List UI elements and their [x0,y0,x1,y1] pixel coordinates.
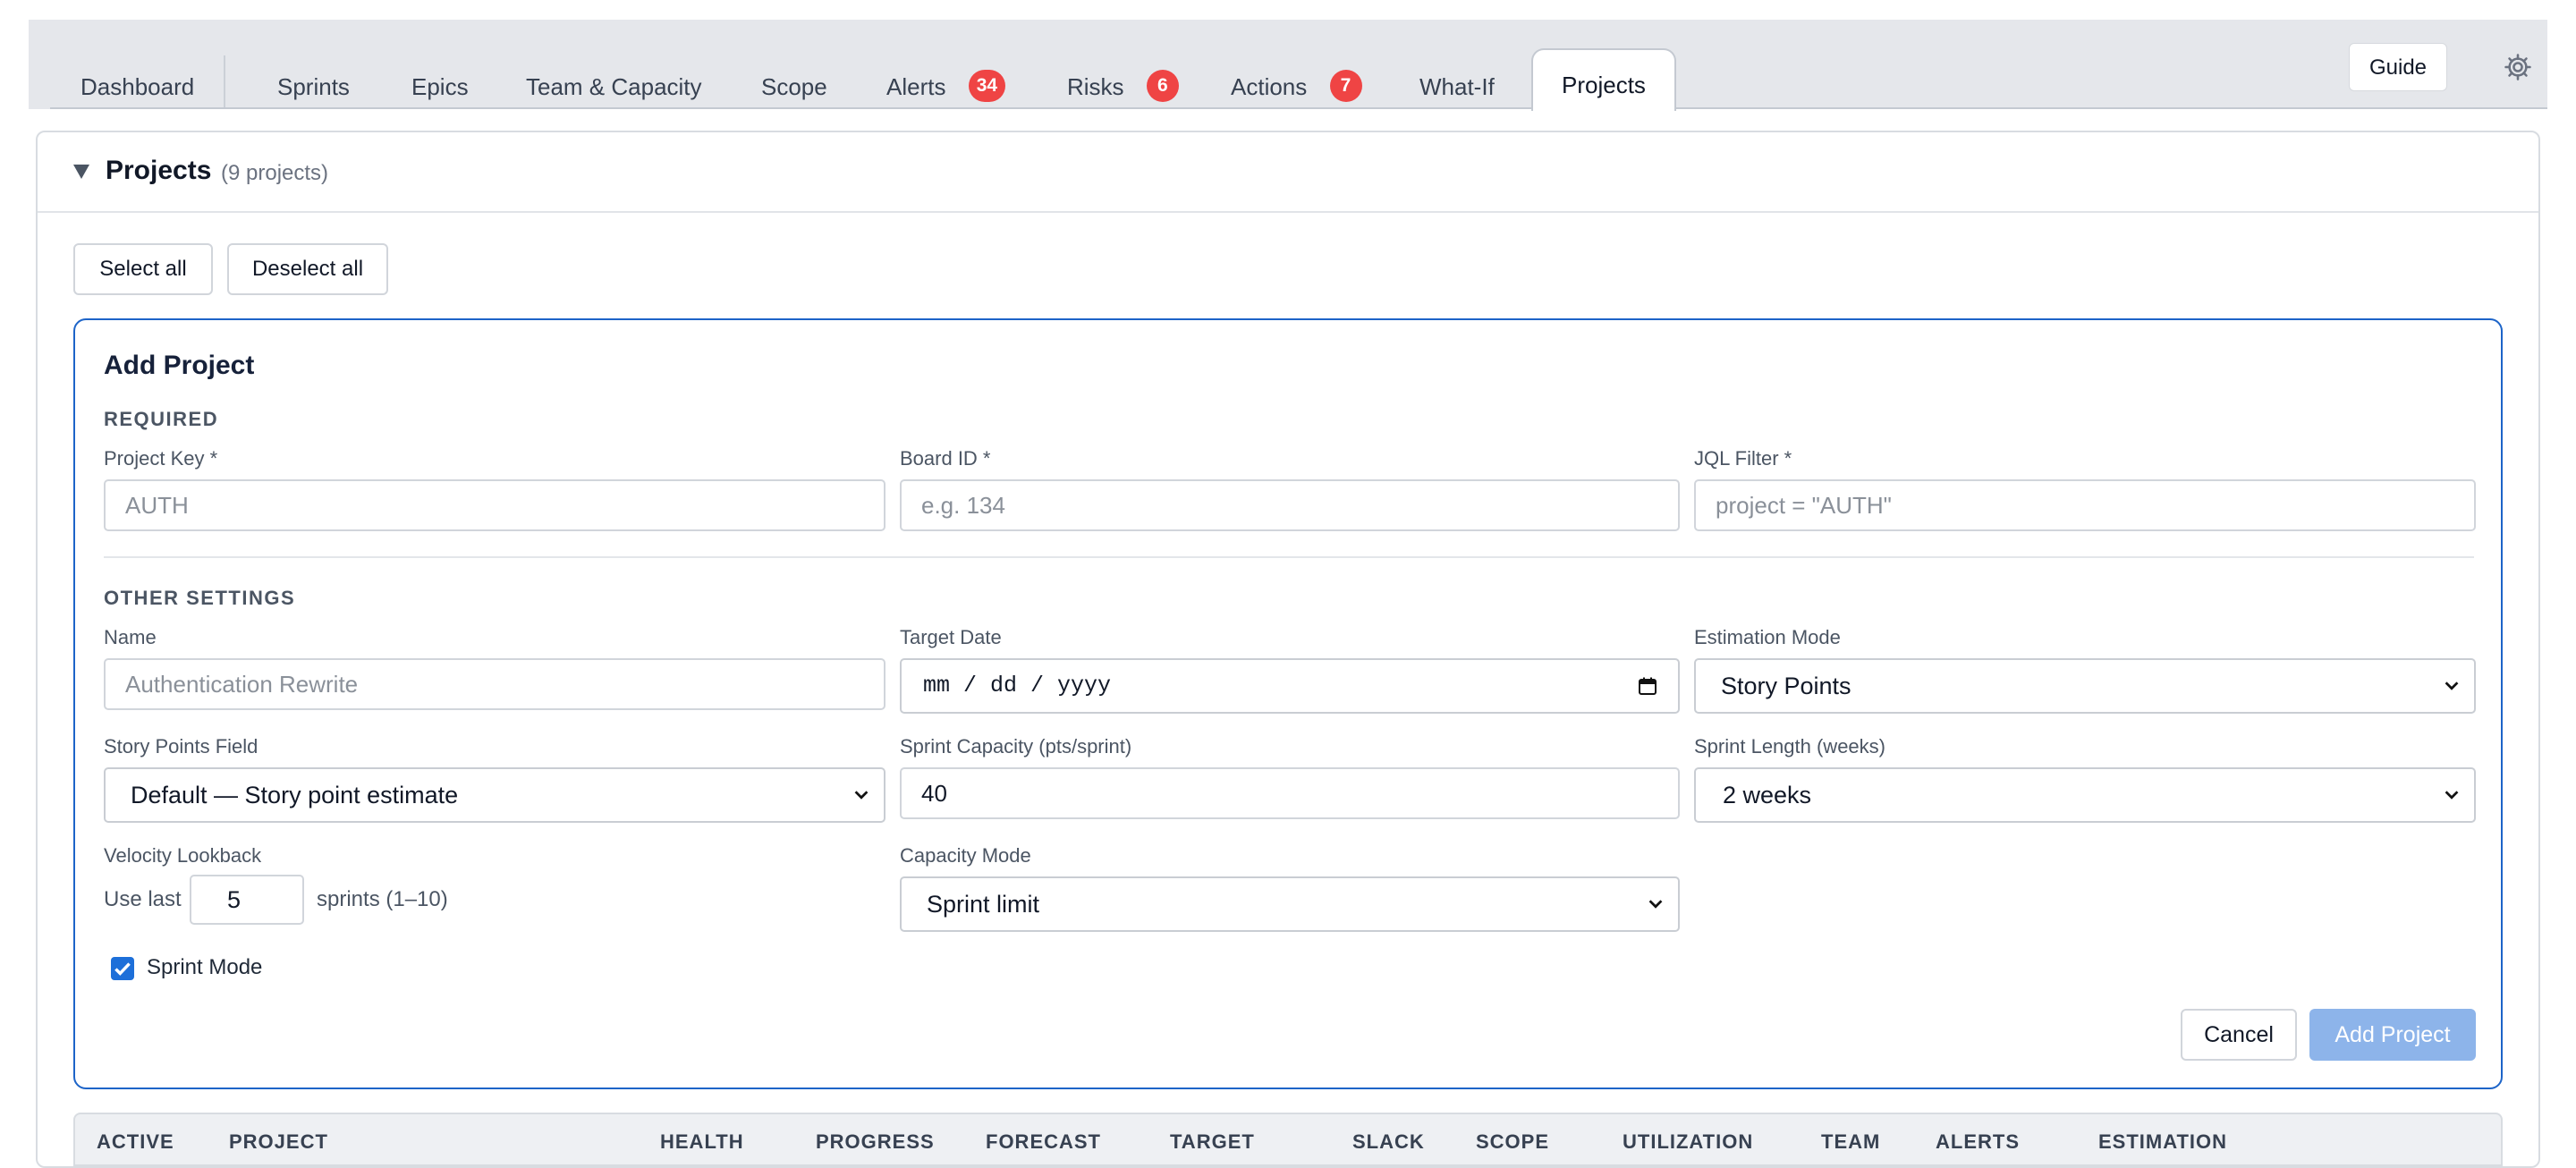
collapse-caret-icon[interactable] [73,165,89,179]
capacity-mode-label: Capacity Mode [900,844,1031,867]
add-project-form: Add Project REQUIRED Project Key * AUTH … [73,318,2503,1089]
story-points-field-label: Story Points Field [104,735,258,758]
alerts-count-badge: 34 [968,70,1006,102]
sprint-capacity-input[interactable]: 40 [900,767,1680,819]
board-id-input[interactable]: e.g. 134 [900,479,1680,531]
column-header-forecast[interactable]: FORECAST [986,1130,1101,1154]
tab-sprints[interactable]: Sprints [277,64,350,109]
sprint-mode-checkbox[interactable] [111,957,134,980]
tab-bar: Dashboard Sprints Epics Team & Capacity … [29,20,2547,111]
velocity-lookback-label: Velocity Lookback [104,844,262,867]
tab-epics[interactable]: Epics [411,64,469,109]
panel-header[interactable]: Projects (9 projects) [38,132,2538,213]
tab-label: Actions [1231,73,1308,100]
sprint-mode-label: Sprint Mode [147,955,263,979]
tab-divider [224,55,225,107]
jql-filter-label: JQL Filter * [1694,447,1792,470]
column-header-active[interactable]: ACTIVE [97,1130,174,1154]
calendar-icon[interactable] [1637,675,1658,697]
checkmark-icon [114,962,131,976]
tab-scope[interactable]: Scope [761,64,827,109]
tab-label: Scope [761,73,827,100]
column-header-estimation[interactable]: ESTIMATION [2098,1130,2227,1154]
column-header-health[interactable]: HEALTH [660,1130,744,1154]
projects-table-header: ACTIVE PROJECT HEALTH PROGRESS FORECAST … [73,1113,2503,1166]
chevron-down-icon [2445,681,2459,690]
story-points-field-value: Default — Story point estimate [131,782,459,808]
name-label: Name [104,626,157,648]
tab-actions[interactable]: Actions 7 [1231,64,1362,109]
estimation-mode-select[interactable]: Story Points [1694,658,2476,714]
tab-label: Risks [1067,73,1124,100]
guide-button[interactable]: Guide [2349,43,2447,91]
velocity-prefix: Use last [104,887,182,911]
project-key-label: Project Key * [104,447,218,470]
target-date-input[interactable]: mm / dd / yyyy [900,658,1680,714]
tab-team-capacity[interactable]: Team & Capacity [526,64,702,109]
column-header-utilization[interactable]: UTILIZATION [1623,1130,1753,1154]
tab-dashboard[interactable]: Dashboard [80,64,194,109]
section-divider [104,556,2474,558]
deselect-all-button[interactable]: Deselect all [227,243,388,295]
name-input[interactable]: Authentication Rewrite [104,658,886,710]
select-all-button[interactable]: Select all [73,243,213,295]
column-header-scope[interactable]: SCOPE [1476,1130,1549,1154]
risks-count-badge: 6 [1146,70,1179,102]
column-header-target[interactable]: TARGET [1170,1130,1255,1154]
add-project-button[interactable]: Add Project [2309,1009,2476,1061]
column-header-progress[interactable]: PROGRESS [816,1130,935,1154]
column-header-slack[interactable]: SLACK [1352,1130,1425,1154]
sprint-length-value: 2 weeks [1723,782,1812,808]
tab-label: Team & Capacity [526,73,702,100]
story-points-field-select[interactable]: Default — Story point estimate [104,767,886,823]
sprint-length-label: Sprint Length (weeks) [1694,735,1885,758]
column-header-project[interactable]: PROJECT [229,1130,328,1154]
sprint-length-select[interactable]: 2 weeks [1694,767,2476,823]
actions-count-badge: 7 [1329,70,1362,102]
chevron-down-icon [854,791,869,800]
tab-alerts[interactable]: Alerts 34 [886,64,1006,109]
gear-icon[interactable] [2503,52,2533,82]
tab-what-if[interactable]: What-If [1419,64,1495,109]
cancel-button[interactable]: Cancel [2181,1009,2297,1061]
velocity-suffix: sprints (1–10) [317,887,448,911]
required-section-label: REQUIRED [104,408,219,430]
jql-filter-input[interactable]: project = "AUTH" [1694,479,2476,531]
board-id-label: Board ID * [900,447,991,470]
column-header-alerts[interactable]: ALERTS [1936,1130,2020,1154]
other-settings-label: OTHER SETTINGS [104,587,296,609]
tab-label: Epics [411,73,469,100]
target-date-value: mm / dd / yyyy [923,673,1112,698]
project-key-input[interactable]: AUTH [104,479,886,531]
velocity-lookback-input[interactable]: 5 [190,875,304,925]
form-title: Add Project [104,351,255,380]
chevron-down-icon [1648,900,1663,909]
project-count: (9 projects) [221,161,329,185]
tab-label: Dashboard [80,73,195,100]
estimation-mode-label: Estimation Mode [1694,626,1841,648]
capacity-mode-value: Sprint limit [927,891,1040,918]
tab-projects[interactable]: Projects [1531,48,1676,111]
tab-label: Alerts [886,73,946,100]
capacity-mode-select[interactable]: Sprint limit [900,876,1680,932]
chevron-down-icon [2445,791,2459,800]
tab-label: Sprints [277,73,350,100]
estimation-mode-value: Story Points [1721,673,1852,699]
tab-label: Projects [1562,72,1646,98]
target-date-label: Target Date [900,626,1002,648]
tab-label: What-If [1419,73,1495,100]
panel-title: Projects [106,156,212,185]
column-header-team[interactable]: TEAM [1821,1130,1880,1154]
sprint-capacity-label: Sprint Capacity (pts/sprint) [900,735,1132,758]
tab-risks[interactable]: Risks 6 [1067,64,1179,109]
